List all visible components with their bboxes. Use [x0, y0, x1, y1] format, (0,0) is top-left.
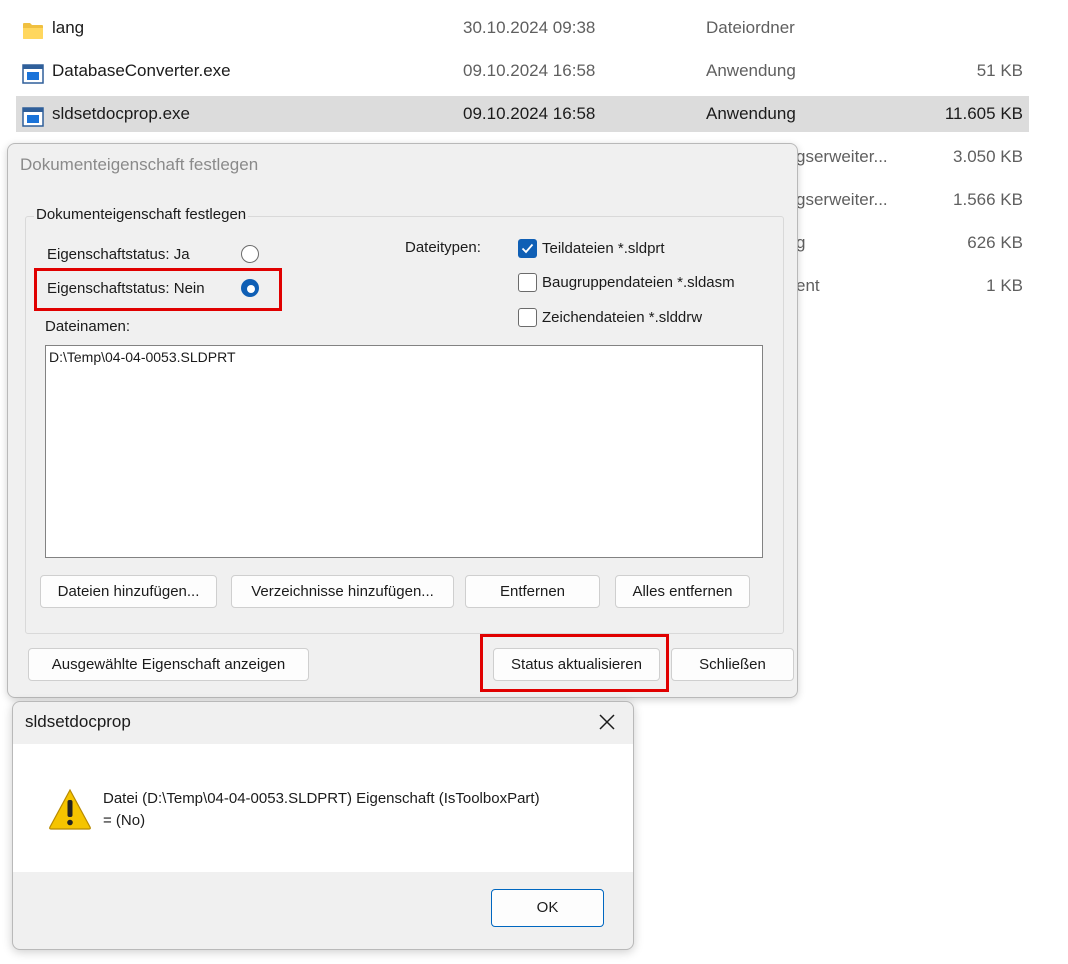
file-type: Anwendung: [706, 61, 796, 80]
hidden-row-size: 3.050 KB: [953, 147, 1023, 166]
parts-checkbox[interactable]: [518, 239, 537, 258]
file-type: Dateiordner: [706, 18, 795, 37]
file-name: DatabaseConverter.exe: [52, 61, 231, 80]
file-row-sldsetdocprop[interactable]: sldsetdocprop.exe 09.10.2024 16:58 Anwen…: [16, 96, 1029, 132]
radio-yes-label: Eigenschaftstatus: Ja: [47, 246, 190, 263]
close-icon[interactable]: [596, 711, 618, 733]
warning-icon: [48, 788, 92, 835]
message-line-1: Datei (D:\Temp\04-04-0053.SLDPRT) Eigens…: [103, 790, 540, 807]
application-icon: [22, 104, 44, 127]
file-types-label: Dateitypen:: [405, 239, 481, 256]
hidden-row-size: 626 KB: [967, 233, 1023, 252]
show-property-button[interactable]: Ausgewählte Eigenschaft anzeigen: [28, 648, 309, 681]
folder-icon: [22, 18, 44, 39]
file-size: 51 KB: [976, 61, 1023, 80]
filenames-label: Dateinamen:: [45, 318, 131, 335]
hidden-row-size: 1.566 KB: [953, 190, 1023, 209]
set-document-property-dialog: Dokumenteigenschaft festlegen Dokumentei…: [7, 143, 798, 698]
ok-button[interactable]: OK: [491, 889, 604, 927]
message-box-body: Datei (D:\Temp\04-04-0053.SLDPRT) Eigens…: [13, 744, 633, 872]
file-type: Anwendung: [706, 104, 796, 123]
message-box-title: sldsetdocprop: [25, 712, 131, 731]
file-date: 09.10.2024 16:58: [463, 104, 596, 123]
file-date: 30.10.2024 09:38: [463, 18, 596, 37]
message-line-2: = (No): [103, 812, 146, 829]
file-name: lang: [52, 18, 85, 37]
hidden-row-type: gserweiter...: [796, 147, 888, 166]
parts-checkbox-label: Teildateien *.sldprt: [542, 240, 665, 257]
close-button[interactable]: Schließen: [671, 648, 794, 681]
remove-button[interactable]: Entfernen: [465, 575, 600, 608]
highlight-box-update-status: [480, 634, 669, 692]
filenames-listbox[interactable]: D:\Temp\04-04-0053.SLDPRT: [45, 345, 763, 558]
add-directories-button[interactable]: Verzeichnisse hinzufügen...: [231, 575, 454, 608]
assemblies-checkbox-label: Baugruppendateien *.sldasm: [542, 274, 735, 291]
hidden-row-size: 1 KB: [986, 276, 1023, 295]
file-name: sldsetdocprop.exe: [52, 104, 190, 123]
file-row-lang[interactable]: lang 30.10.2024 09:38 Dateiordner: [16, 10, 1029, 46]
assemblies-checkbox[interactable]: [518, 273, 537, 292]
message-box: sldsetdocprop Datei (D:\Temp\04-04-0053.…: [12, 701, 634, 950]
file-row-databaseconverter[interactable]: DatabaseConverter.exe 09.10.2024 16:58 A…: [16, 53, 1029, 89]
list-item[interactable]: D:\Temp\04-04-0053.SLDPRT: [49, 349, 236, 365]
file-size: 11.605 KB: [944, 104, 1023, 123]
message-text: Datei (D:\Temp\04-04-0053.SLDPRT) Eigens…: [103, 788, 603, 832]
hidden-row-type: gserweiter...: [796, 190, 888, 209]
remove-all-button[interactable]: Alles entfernen: [615, 575, 750, 608]
file-date: 09.10.2024 16:58: [463, 61, 596, 80]
drawings-checkbox-label: Zeichendateien *.slddrw: [542, 309, 703, 326]
add-files-button[interactable]: Dateien hinzufügen...: [40, 575, 217, 608]
application-icon: [22, 61, 44, 84]
drawings-checkbox[interactable]: [518, 308, 537, 327]
highlight-box-status-no: [34, 268, 282, 311]
status-yes-radio[interactable]: [241, 245, 259, 263]
hidden-row-type: ent: [796, 276, 820, 295]
groupbox-label: Dokumenteigenschaft festlegen: [34, 206, 249, 223]
dialog-title: Dokumenteigenschaft festlegen: [20, 155, 259, 174]
